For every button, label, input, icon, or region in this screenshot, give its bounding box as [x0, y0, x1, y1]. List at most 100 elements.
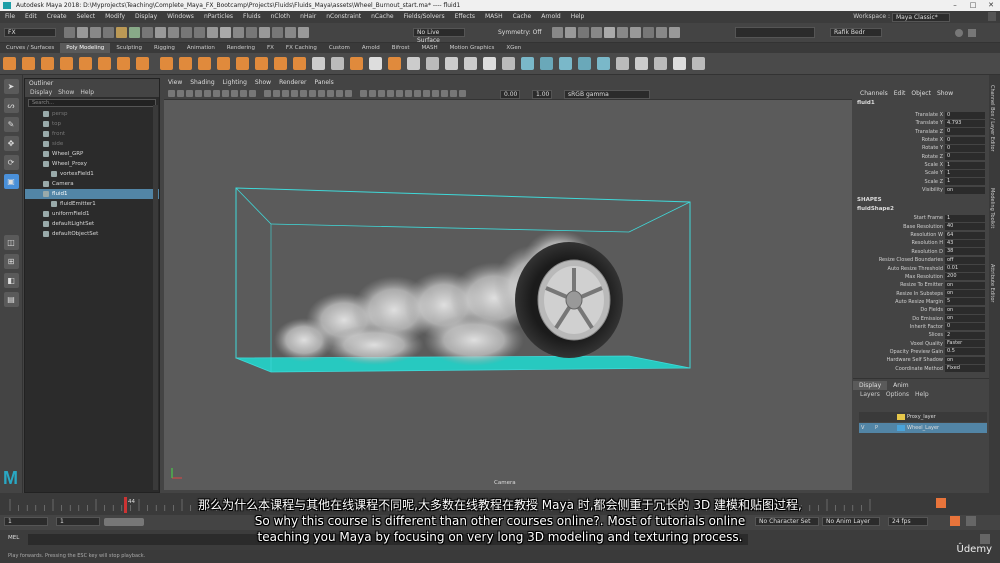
viewport-tool-icon[interactable]	[378, 90, 385, 97]
menu-mash[interactable]: MASH	[480, 11, 508, 23]
status-tool-icon[interactable]	[272, 27, 283, 38]
user-account[interactable]: Rafik Bedr	[830, 28, 882, 37]
channel-attribute-row[interactable]: Resize Closed Boundaries off	[853, 256, 989, 264]
attribute-value[interactable]: 2	[945, 331, 985, 339]
layer-color-swatch[interactable]	[897, 425, 905, 431]
attribute-value[interactable]: on	[945, 281, 985, 289]
shelf-tool-icon[interactable]	[483, 57, 496, 70]
outliner-item[interactable]: defaultObjectSet	[25, 229, 159, 239]
attribute-value[interactable]: 0	[945, 111, 985, 119]
status-tool-icon[interactable]	[168, 27, 179, 38]
outliner-item[interactable]: fluid1	[25, 189, 159, 199]
rotate-tool-icon[interactable]: ⟳	[3, 155, 19, 170]
layer-tab-anim[interactable]: Anim	[887, 381, 914, 390]
status-tool-icon[interactable]	[90, 27, 101, 38]
viewport-tool-icon[interactable]	[387, 90, 394, 97]
attribute-value[interactable]: 200	[945, 273, 985, 281]
viewport-tool-icon[interactable]	[327, 90, 334, 97]
shelf-tool-icon[interactable]	[521, 57, 534, 70]
channel-attribute-row[interactable]: Do Fields on	[853, 306, 989, 314]
viewport-tool-icon[interactable]	[273, 90, 280, 97]
channel-attribute-row[interactable]: Opacity Preview Gain 0.5	[853, 348, 989, 356]
status-tool-icon[interactable]	[64, 27, 75, 38]
channel-attribute-row[interactable]: Resolution D 38	[853, 248, 989, 256]
channel-attribute-row[interactable]: Auto Resize Threshold 0.01	[853, 265, 989, 273]
render-tool-icon[interactable]	[565, 27, 576, 38]
move-tool-icon[interactable]: ✥	[3, 136, 19, 151]
shelf-tool-icon[interactable]	[635, 57, 648, 70]
status-tool-icon[interactable]	[194, 27, 205, 38]
attribute-value[interactable]: 1	[945, 178, 985, 186]
workspace-dropdown[interactable]: Maya Classic*	[892, 12, 950, 22]
shelf-tool-icon[interactable]	[369, 57, 382, 70]
single-perspective-icon[interactable]: ◫	[3, 235, 19, 250]
channel-attribute-row[interactable]: Coordinate Method Fixed	[853, 365, 989, 373]
status-tool-icon[interactable]	[103, 27, 114, 38]
render-tool-icon[interactable]	[591, 27, 602, 38]
shelf-tool-icon[interactable]	[673, 57, 686, 70]
viewport-tool-icon[interactable]	[168, 90, 175, 97]
status-tool-icon[interactable]	[181, 27, 192, 38]
viewport-tool-icon[interactable]	[423, 90, 430, 97]
channel-attribute-row[interactable]: Hardware Self Shadow on	[853, 356, 989, 364]
channel-attribute-row[interactable]: Translate Y 4.793	[853, 119, 989, 127]
shelf-tab[interactable]: Custom	[323, 43, 356, 53]
layer-menu-help[interactable]: Help	[912, 390, 932, 400]
viewport-menu-lighting[interactable]: Lighting	[219, 78, 251, 88]
status-tool-icon[interactable]	[155, 27, 166, 38]
attribute-value[interactable]: on	[945, 290, 985, 298]
viewport-tool-icon[interactable]	[459, 90, 466, 97]
shelf-tool-icon[interactable]	[179, 57, 192, 70]
viewport-tool-icon[interactable]	[396, 90, 403, 97]
shelf-tab[interactable]: Motion Graphics	[444, 43, 501, 53]
menu-help[interactable]: Help	[566, 11, 590, 23]
channel-attribute-row[interactable]: Translate Z0	[853, 128, 989, 136]
channel-attribute-row[interactable]: Translate X0	[853, 111, 989, 119]
shelf-tab[interactable]: Animation	[181, 43, 221, 53]
shelf-tab[interactable]: FX Caching	[280, 43, 323, 53]
render-tool-icon[interactable]	[552, 27, 563, 38]
attribute-value[interactable]: 0.01	[945, 265, 985, 272]
viewport-tool-icon[interactable]	[186, 90, 193, 97]
shelf-tool-icon[interactable]	[559, 57, 572, 70]
attribute-value[interactable]: 0.5	[945, 348, 985, 356]
scale-tool-icon[interactable]: ▣	[3, 174, 19, 189]
outliner-item[interactable]: top	[25, 119, 159, 129]
channel-attribute-row[interactable]: Voxel Quality Faster	[853, 340, 989, 348]
channel-attribute-row[interactable]: Resize To Emitter on	[853, 281, 989, 289]
menu-cache[interactable]: Cache	[508, 11, 537, 23]
workspace-settings-icon[interactable]	[988, 12, 996, 21]
attribute-value[interactable]: Faster	[945, 340, 985, 348]
viewport-tool-icon[interactable]	[249, 90, 256, 97]
attribute-value[interactable]: 38	[945, 248, 985, 256]
menu-file[interactable]: File	[0, 11, 20, 23]
render-tool-icon[interactable]	[604, 27, 615, 38]
shelf-tab[interactable]: Rigging	[148, 43, 181, 53]
status-tool-icon[interactable]	[207, 27, 218, 38]
shelf-tool-icon[interactable]	[160, 57, 173, 70]
menu-fieldssolvers[interactable]: Fields/Solvers	[399, 11, 450, 23]
shelf-tool-icon[interactable]	[41, 57, 54, 70]
four-view-icon[interactable]: ⊞	[3, 254, 19, 269]
channel-attribute-row[interactable]: Scale X1	[853, 161, 989, 169]
attribute-value[interactable]: on	[945, 186, 985, 194]
viewport-tool-icon[interactable]	[282, 90, 289, 97]
viewport-tool-icon[interactable]	[369, 90, 376, 97]
side-tab[interactable]: Attribute Editor	[989, 258, 995, 308]
shelf-tool-icon[interactable]	[217, 57, 230, 70]
paint-select-icon[interactable]: ✎	[3, 117, 19, 132]
viewport-tool-icon[interactable]	[405, 90, 412, 97]
channel-attribute-row[interactable]: Auto Resize Margin 5	[853, 298, 989, 306]
attribute-value[interactable]: 0	[945, 153, 985, 161]
channel-attribute-row[interactable]: Slices 2	[853, 331, 989, 339]
menu-effects[interactable]: Effects	[450, 11, 480, 23]
outliner-item[interactable]: Wheel_GRP	[25, 149, 159, 159]
channel-attribute-row[interactable]: Do Emission on	[853, 315, 989, 323]
viewport-menu-show[interactable]: Show	[251, 78, 275, 88]
viewport-tool-icon[interactable]	[360, 90, 367, 97]
status-tool-icon[interactable]	[129, 27, 140, 38]
channel-attribute-row[interactable]: Rotate Z0	[853, 153, 989, 161]
viewport-tool-icon[interactable]	[309, 90, 316, 97]
viewport-tool-icon[interactable]	[345, 90, 352, 97]
viewport-menu-view[interactable]: View	[164, 78, 186, 88]
